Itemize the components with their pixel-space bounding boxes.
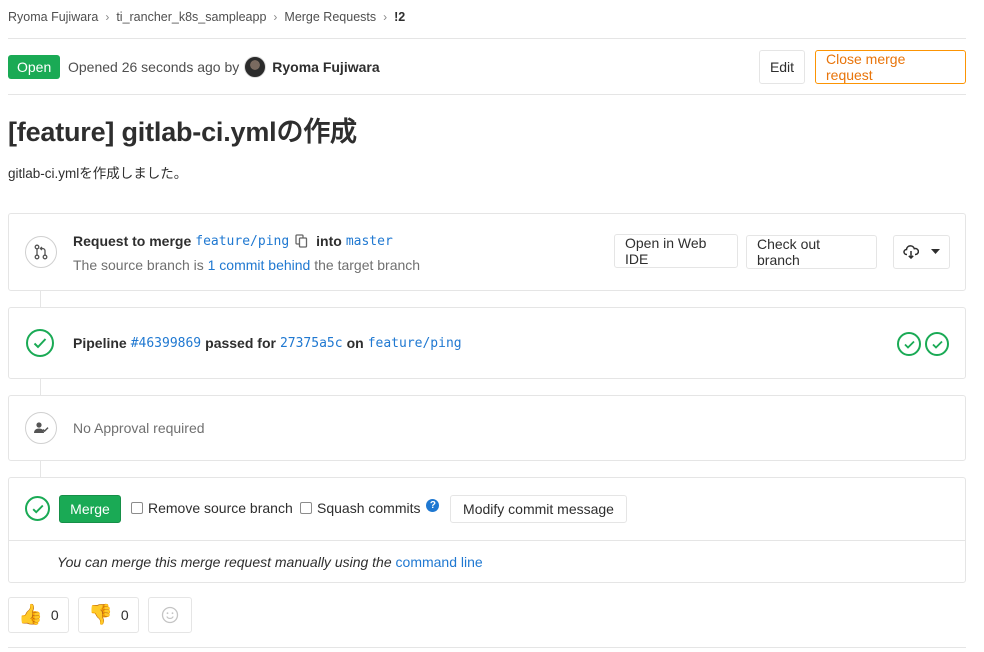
merge-request-info-card: Request to merge feature/ping into maste… bbox=[8, 213, 966, 291]
thumbs-up-count: 0 bbox=[50, 607, 59, 623]
behind-info: The source branch is 1 commit behind the… bbox=[73, 257, 420, 273]
description: gitlab-ci.ymlを作成しました。 bbox=[8, 166, 188, 181]
pipeline-card: Pipeline #46399869 passed for 27375a5c o… bbox=[8, 307, 966, 379]
thumbs-up-icon: 👍 bbox=[18, 604, 43, 626]
page-title: [feature] gitlab-ci.ymlの作成 bbox=[8, 117, 357, 147]
thumbs-down-icon: 👎 bbox=[88, 604, 113, 626]
target-branch-link[interactable]: master bbox=[346, 234, 393, 249]
squash-commits-option[interactable]: Squash commits ? bbox=[300, 498, 440, 516]
breadcrumb-user[interactable]: Ryoma Fujiwara bbox=[8, 10, 98, 24]
opened-text: Opened 26 seconds ago by bbox=[68, 59, 240, 75]
timeline-connector bbox=[40, 291, 41, 307]
into-label: into bbox=[316, 233, 342, 249]
approval-card: No Approval required bbox=[8, 395, 966, 461]
squash-commits-checkbox[interactable] bbox=[300, 502, 312, 514]
approval-icon bbox=[25, 412, 57, 444]
stage-passed-icon[interactable] bbox=[925, 332, 949, 356]
remove-source-branch-checkbox[interactable] bbox=[131, 502, 143, 514]
copy-branch-icon[interactable] bbox=[295, 234, 308, 248]
remove-source-branch-option[interactable]: Remove source branch bbox=[131, 500, 293, 516]
timeline-connector bbox=[40, 379, 41, 395]
request-label: Request to merge bbox=[73, 233, 192, 249]
manual-merge-text: You can merge this merge request manuall… bbox=[57, 554, 392, 570]
modify-commit-message-button[interactable]: Modify commit message bbox=[450, 495, 627, 523]
manual-merge-hint: You can merge this merge request manuall… bbox=[57, 554, 483, 570]
smiley-icon bbox=[161, 606, 179, 624]
on-label: on bbox=[346, 335, 364, 351]
divider bbox=[8, 38, 966, 39]
status-success-icon bbox=[25, 496, 50, 521]
pipeline-branch-link[interactable]: feature/ping bbox=[368, 336, 462, 351]
pipeline-id-link[interactable]: #46399869 bbox=[131, 336, 201, 351]
commits-behind-link[interactable]: 1 commit behind bbox=[208, 257, 311, 273]
timeline-connector bbox=[40, 461, 41, 477]
divider bbox=[8, 647, 966, 648]
close-merge-request-button[interactable]: Close merge request bbox=[815, 50, 966, 84]
divider bbox=[9, 540, 965, 541]
pipeline-label: Pipeline bbox=[73, 335, 127, 351]
approval-status-text: No Approval required bbox=[73, 420, 205, 436]
edit-button[interactable]: Edit bbox=[759, 50, 805, 84]
squash-commits-label[interactable]: Squash commits bbox=[317, 500, 420, 516]
author-link[interactable]: Ryoma Fujiwara bbox=[272, 59, 379, 75]
avatar[interactable] bbox=[244, 56, 267, 78]
help-icon[interactable]: ? bbox=[426, 498, 440, 512]
thumbs-down-count: 0 bbox=[120, 607, 129, 623]
breadcrumb-project[interactable]: ti_rancher_k8s_sampleapp bbox=[116, 10, 266, 24]
thumbs-down-award-button[interactable]: 👎 0 bbox=[78, 597, 139, 633]
stage-passed-icon[interactable] bbox=[897, 332, 921, 356]
check-out-branch-button[interactable]: Check out branch bbox=[746, 235, 877, 269]
breadcrumb-current[interactable]: !2 bbox=[394, 10, 405, 24]
breadcrumb-separator: › bbox=[105, 10, 110, 24]
breadcrumb-separator: › bbox=[383, 10, 388, 24]
behind-prefix: The source branch is bbox=[73, 257, 204, 273]
merge-button[interactable]: Merge bbox=[59, 495, 121, 523]
chevron-down-icon bbox=[931, 249, 940, 255]
thumbs-up-award-button[interactable]: 👍 0 bbox=[8, 597, 69, 633]
commit-sha-link[interactable]: 27375a5c bbox=[280, 336, 343, 351]
source-branch-link[interactable]: feature/ping bbox=[195, 234, 289, 249]
git-merge-icon bbox=[25, 236, 57, 268]
merge-card: Merge Remove source branch Squash commit… bbox=[8, 477, 966, 583]
divider bbox=[8, 94, 966, 95]
breadcrumb-merge-requests[interactable]: Merge Requests bbox=[284, 10, 376, 24]
pipeline-status-line: Pipeline #46399869 passed for 27375a5c o… bbox=[73, 335, 462, 351]
status-badge: Open bbox=[8, 55, 61, 79]
behind-suffix: the target branch bbox=[314, 257, 421, 273]
remove-source-branch-label[interactable]: Remove source branch bbox=[148, 500, 293, 516]
add-reaction-button[interactable] bbox=[148, 597, 192, 633]
download-dropdown-button[interactable] bbox=[893, 235, 950, 269]
open-web-ide-button[interactable]: Open in Web IDE bbox=[614, 234, 738, 268]
status-success-icon[interactable] bbox=[26, 329, 54, 357]
cloud-download-icon bbox=[903, 245, 919, 259]
breadcrumb: Ryoma Fujiwara › ti_rancher_k8s_sampleap… bbox=[8, 8, 405, 26]
request-to-merge-line: Request to merge feature/ping into maste… bbox=[73, 233, 393, 249]
opened-info: Opened 26 seconds ago by Ryoma Fujiwara bbox=[68, 55, 380, 79]
command-line-link[interactable]: command line bbox=[396, 554, 483, 570]
passed-for-label: passed for bbox=[205, 335, 276, 351]
breadcrumb-separator: › bbox=[273, 10, 278, 24]
